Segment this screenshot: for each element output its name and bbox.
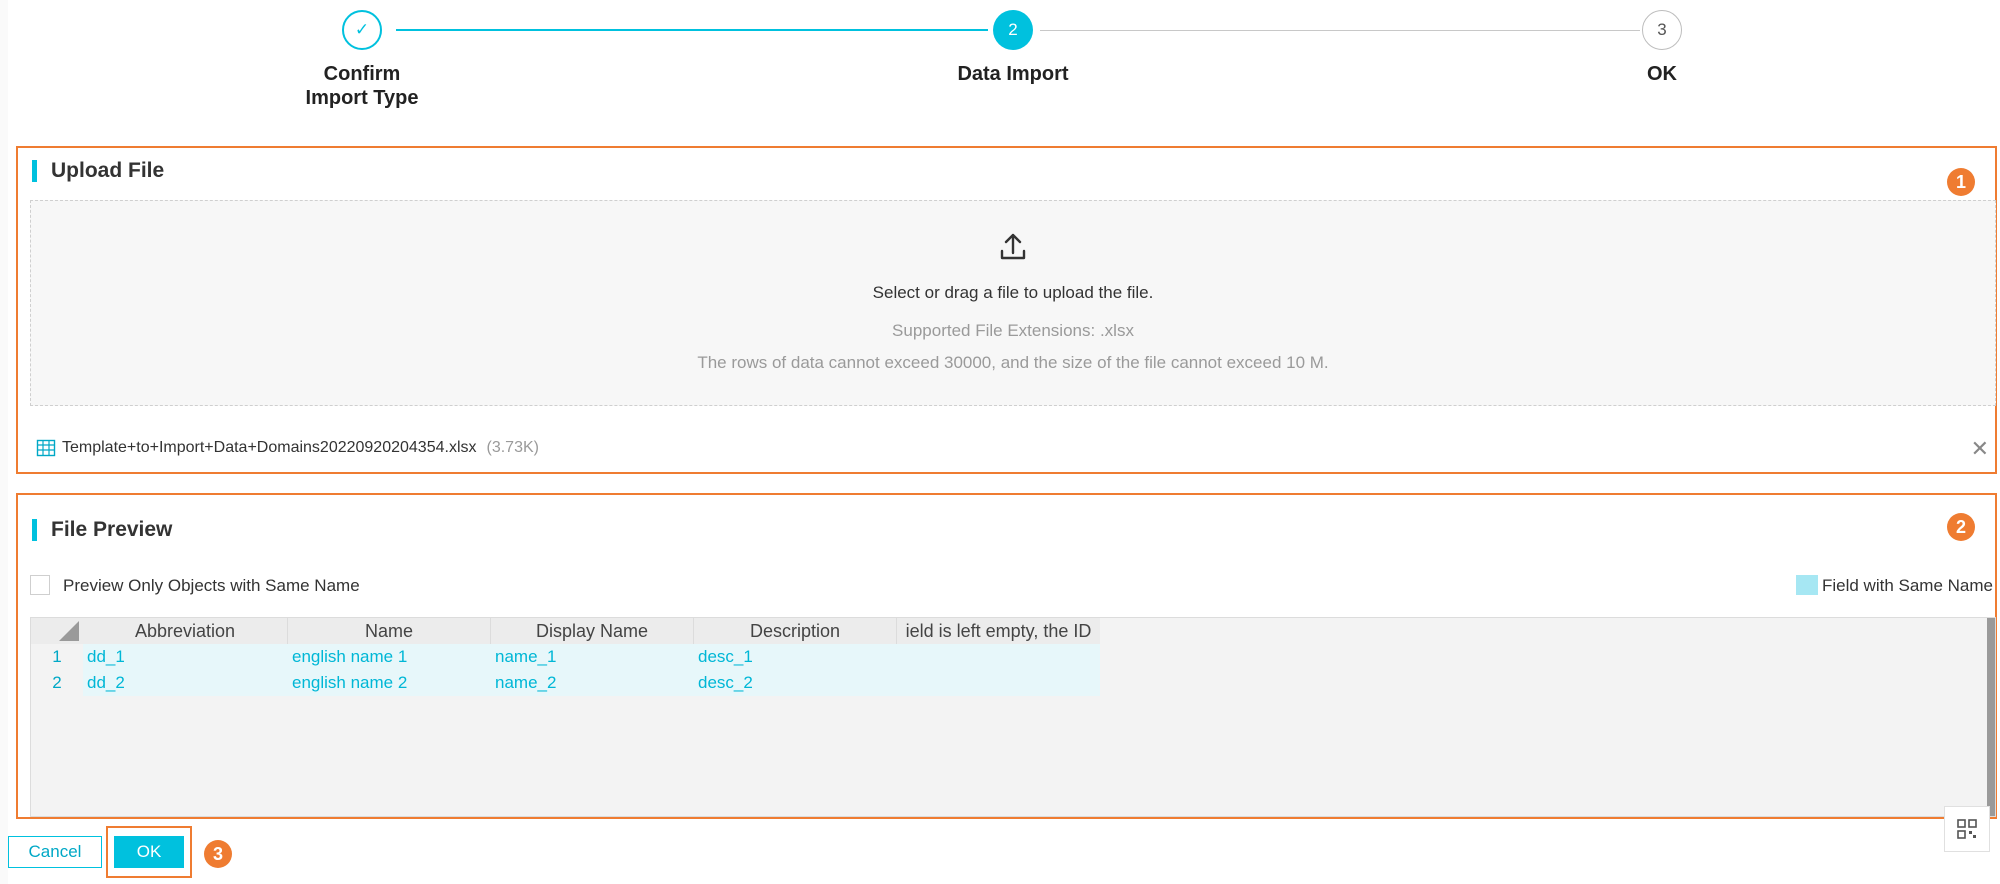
table-cell: desc_2	[694, 670, 897, 696]
uploaded-file-name: Template+to+Import+Data+Domains202209202…	[62, 439, 477, 456]
dropzone-instruction: Select or drag a file to upload the file…	[872, 283, 1154, 302]
uploaded-file-item: Template+to+Import+Data+Domains202209202…	[36, 438, 539, 458]
upload-icon	[1000, 233, 1026, 260]
column-header-description: Description	[694, 618, 897, 644]
step-connector-1	[396, 29, 988, 31]
table-cell: name_2	[491, 670, 694, 696]
column-header-abbreviation: Abbreviation	[83, 618, 288, 644]
callout-badge-2: 2	[1947, 513, 1975, 541]
step-1-check-icon: ✓	[342, 10, 382, 50]
corner-triangle-icon	[59, 621, 79, 641]
step-connector-2	[1040, 30, 1640, 31]
table-cell: desc_1	[694, 644, 897, 670]
row-number: 1	[31, 644, 83, 670]
grid-vertical-scrollbar[interactable]	[1987, 618, 1995, 816]
file-preview-title: File Preview	[32, 519, 172, 541]
table-cell	[897, 670, 1100, 696]
step-3-number: 3	[1642, 10, 1682, 50]
callout-badge-1: 1	[1947, 168, 1975, 196]
upload-file-panel: Upload File 1 Select or drag a file to u…	[16, 146, 1997, 474]
spreadsheet-icon	[36, 439, 56, 457]
table-cell: english name 2	[288, 670, 491, 696]
step-3-label: OK	[1647, 63, 1677, 85]
remove-file-close-icon[interactable]: ✕	[1971, 436, 1989, 462]
grid-select-all-corner[interactable]	[31, 618, 84, 644]
table-cell	[897, 644, 1100, 670]
cancel-button[interactable]: Cancel	[8, 836, 102, 868]
row-number: 2	[31, 670, 83, 696]
floating-grid-button[interactable]	[1944, 806, 1990, 852]
table-cell: dd_1	[83, 644, 288, 670]
column-header-display-name: Display Name	[491, 618, 694, 644]
column-header-id-note: ield is left empty, the ID	[897, 618, 1100, 644]
preview-data-grid: Abbreviation Name Display Name Descripti…	[30, 617, 1996, 817]
uploaded-file-size: (3.73K)	[486, 439, 539, 456]
same-name-legend-swatch	[1796, 575, 1818, 595]
file-dropzone[interactable]: Select or drag a file to upload the file…	[30, 200, 1996, 406]
same-name-legend-label: Field with Same Name	[1821, 576, 1993, 595]
preview-same-name-checkbox[interactable]	[30, 575, 50, 595]
dropzone-extensions: Supported File Extensions: .xlsx	[892, 321, 1134, 340]
file-preview-panel: File Preview 2 Preview Only Objects with…	[16, 493, 1997, 819]
callout-badge-3: 3	[204, 840, 232, 868]
table-cell: name_1	[491, 644, 694, 670]
step-2-label: Data Import	[957, 63, 1069, 85]
ok-button[interactable]: OK	[114, 836, 184, 868]
dropzone-limits: The rows of data cannot exceed 30000, an…	[697, 353, 1329, 372]
grid-menu-icon	[1957, 819, 1977, 839]
step-1-label: Confirm Import Type	[305, 63, 419, 109]
step-2-number: 2	[993, 10, 1033, 50]
table-cell: english name 1	[288, 644, 491, 670]
preview-same-name-label[interactable]: Preview Only Objects with Same Name	[63, 576, 360, 596]
table-cell: dd_2	[83, 670, 288, 696]
column-header-name: Name	[288, 618, 491, 644]
upload-file-title: Upload File	[32, 160, 164, 182]
import-page: ✓ 2 3 Confirm Import Type Data Import OK…	[8, 0, 2000, 884]
